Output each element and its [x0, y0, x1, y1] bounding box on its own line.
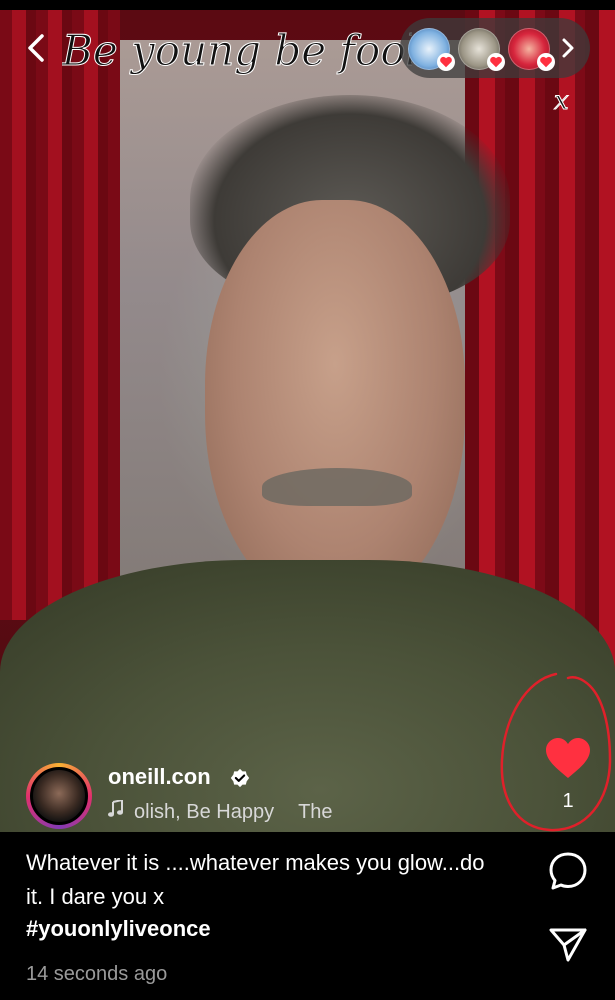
liker-avatar[interactable] — [458, 28, 505, 71]
timestamp: 14 seconds ago — [26, 963, 168, 985]
comment-icon — [549, 852, 587, 890]
status-strip — [0, 0, 615, 10]
music-note-icon — [108, 800, 123, 817]
comment-button[interactable] — [548, 850, 588, 892]
back-button[interactable] — [22, 30, 54, 66]
heart-badge-icon — [437, 53, 455, 71]
heart-badge-icon — [487, 53, 505, 71]
username[interactable]: oneill.con — [108, 764, 211, 790]
chevron-right-icon[interactable] — [558, 36, 578, 60]
music-track-extra: The — [298, 801, 333, 823]
subject-mustache — [262, 468, 412, 506]
account-row: oneill.con olish, Be Happy The — [26, 760, 486, 830]
avatar[interactable] — [30, 767, 88, 825]
heart-badge-icon — [537, 53, 555, 71]
story-title: Be young be foolish — [62, 26, 412, 76]
liker-avatar[interactable] — [508, 28, 555, 71]
liker-avatar[interactable] — [408, 28, 455, 71]
music-track: olish, Be Happy — [134, 801, 275, 823]
annotation-circle — [500, 672, 612, 832]
chevron-left-icon — [28, 34, 44, 62]
music-line[interactable]: olish, Be Happy The — [108, 800, 333, 824]
hashtag-link[interactable]: #youonlyliveonce — [26, 916, 211, 942]
share-button[interactable] — [548, 926, 588, 964]
verified-badge-icon — [230, 768, 250, 788]
send-icon — [549, 928, 587, 962]
curtain-left — [0, 0, 120, 620]
story-title-tail: x — [554, 86, 570, 117]
subject-face — [205, 200, 465, 610]
caption-text: Whatever it is ....whatever makes you gl… — [26, 850, 485, 909]
